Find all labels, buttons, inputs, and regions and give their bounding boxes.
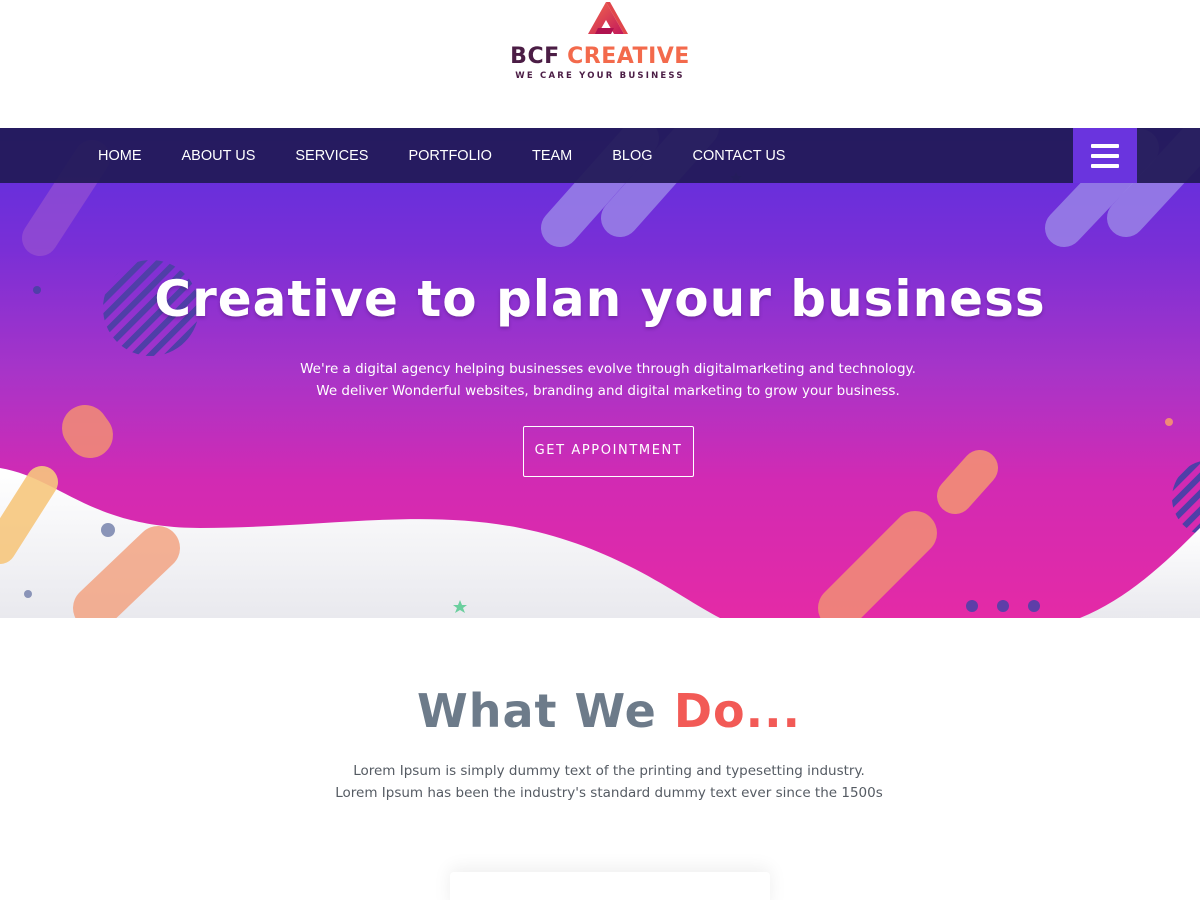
what-we-do-title-part1: What We (416, 684, 657, 738)
brand-name[interactable]: BCF CREATIVE (0, 44, 1200, 69)
get-appointment-button[interactable]: GET APPOINTMENT (523, 426, 694, 477)
what-we-do-line1: Lorem Ipsum is simply dummy text of the … (353, 763, 865, 779)
brand-tagline: WE CARE YOUR BUSINESS (515, 71, 685, 81)
hero-title: Creative to plan your business (154, 270, 1046, 328)
main-nav: HOME ABOUT US SERVICES PORTFOLIO TEAM BL… (0, 128, 1200, 183)
nav-item-blog[interactable]: BLOG (592, 128, 672, 183)
nav-item-team[interactable]: TEAM (512, 128, 592, 183)
what-we-do-title: What We Do... (0, 684, 1200, 738)
nav-item-about-us[interactable]: ABOUT US (162, 128, 276, 183)
hero-subtitle-line2: We deliver Wonderful websites, branding … (316, 383, 900, 399)
what-we-do-title-part2: Do... (673, 684, 802, 738)
what-we-do-line2: Lorem Ipsum has been the industry's stan… (335, 785, 883, 801)
site-header: BCF CREATIVE WE CARE YOUR BUSINESS (0, 0, 1200, 128)
nav-item-home[interactable]: HOME (78, 128, 162, 183)
nav-item-portfolio[interactable]: PORTFOLIO (388, 128, 512, 183)
logo-triangle-icon[interactable] (584, 0, 632, 40)
brand-name-part2: CREATIVE (567, 44, 690, 69)
nav-item-services[interactable]: SERVICES (275, 128, 388, 183)
hero-subtitle-line1: We're a digital agency helping businesse… (300, 361, 916, 377)
striped-circle-right (1172, 461, 1200, 535)
brand-name-part1: BCF (510, 44, 560, 69)
service-card (450, 872, 770, 900)
hamburger-menu-icon[interactable] (1073, 128, 1137, 183)
nav-item-contact-us[interactable]: CONTACT US (673, 128, 806, 183)
